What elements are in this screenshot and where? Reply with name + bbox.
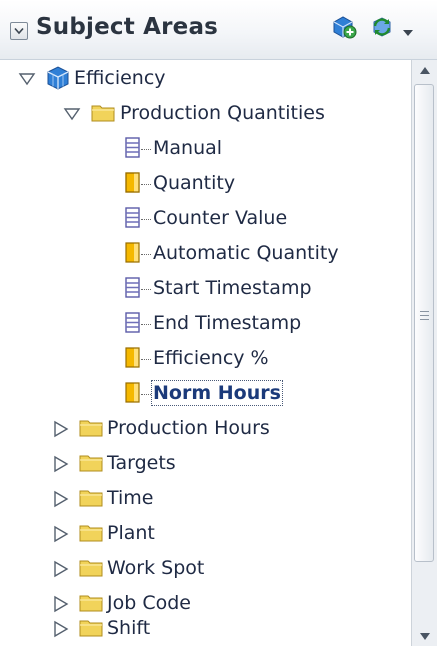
subject-area-cube-icon	[45, 65, 71, 91]
tree-folder-production-quantities[interactable]: Production Quantities	[0, 97, 411, 131]
measure-column-icon	[124, 240, 150, 266]
subject-area-tree: Efficiency Production Quantities Manual	[0, 60, 411, 646]
tree-column-efficiency-percent[interactable]: Efficiency %	[0, 342, 411, 376]
collapsed-triangle-icon[interactable]	[52, 560, 70, 578]
panel-title: Subject Areas	[36, 14, 219, 40]
tree-node-label: Work Spot	[107, 557, 205, 579]
thumb-grip	[420, 319, 429, 320]
tree-node-label: Counter Value	[153, 207, 288, 229]
tree-connector	[141, 149, 151, 150]
vertical-scrollbar[interactable]	[411, 60, 437, 646]
tree-connector	[141, 219, 151, 220]
folder-icon	[78, 520, 104, 546]
collapsed-triangle-icon[interactable]	[52, 525, 70, 543]
tree-node-label: End Timestamp	[153, 312, 302, 334]
chevron-down-box-icon[interactable]	[10, 22, 28, 40]
tree-column-counter-value[interactable]: Counter Value	[0, 202, 411, 236]
expanded-triangle-icon[interactable]	[18, 70, 36, 88]
tree-folder-plant[interactable]: Plant	[0, 517, 411, 551]
tree-connector	[141, 324, 151, 325]
folder-icon	[78, 555, 104, 581]
measure-column-icon	[124, 380, 150, 406]
tree-connector	[141, 394, 151, 395]
attribute-column-icon	[124, 310, 150, 336]
tree-folder-production-hours[interactable]: Production Hours	[0, 412, 411, 446]
tree-connector	[141, 254, 151, 255]
tree-column-start-timestamp[interactable]: Start Timestamp	[0, 272, 411, 306]
collapsed-triangle-icon[interactable]	[52, 620, 70, 638]
measure-column-icon	[124, 345, 150, 371]
tree-column-automatic-quantity[interactable]: Automatic Quantity	[0, 237, 411, 271]
tree-node-label: Plant	[107, 522, 155, 544]
collapsed-triangle-icon[interactable]	[52, 490, 70, 508]
collapsed-triangle-icon[interactable]	[52, 420, 70, 438]
tree-node-label: Norm Hours	[151, 380, 283, 406]
tree-folder-targets[interactable]: Targets	[0, 447, 411, 481]
tree-node-label: Automatic Quantity	[153, 242, 339, 264]
thumb-grip	[420, 315, 429, 316]
tree-folder-time[interactable]: Time	[0, 482, 411, 516]
tree-node-efficiency[interactable]: Efficiency	[0, 62, 411, 96]
tree-column-end-timestamp[interactable]: End Timestamp	[0, 307, 411, 341]
tree-column-quantity[interactable]: Quantity	[0, 167, 411, 201]
collapsed-triangle-icon[interactable]	[52, 455, 70, 473]
tree-node-label: Efficiency %	[153, 347, 269, 369]
tree-node-label: Manual	[153, 137, 223, 159]
tree-node-label: Production Hours	[107, 417, 270, 439]
scroll-up-arrow-icon[interactable]	[412, 60, 437, 80]
tree-column-manual[interactable]: Manual	[0, 132, 411, 166]
add-cube-icon[interactable]	[330, 13, 358, 41]
tree-node-label: Start Timestamp	[153, 277, 312, 299]
attribute-column-icon	[124, 205, 150, 231]
tree-node-label: Efficiency	[74, 67, 166, 89]
tree-node-label: Production Quantities	[120, 102, 325, 124]
caret-down-icon[interactable]	[402, 24, 414, 36]
refresh-icon[interactable]	[368, 13, 396, 41]
tree-folder-shift[interactable]: Shift	[0, 612, 411, 646]
tree-connector	[141, 184, 151, 185]
folder-icon	[78, 450, 104, 476]
folder-icon	[78, 415, 104, 441]
tree-node-label: Quantity	[153, 172, 236, 194]
tree-node-label: Targets	[107, 452, 176, 474]
tree-node-label: Time	[107, 487, 154, 509]
thumb-grip	[420, 311, 429, 312]
scroll-down-arrow-icon[interactable]	[412, 626, 437, 646]
attribute-column-icon	[124, 135, 150, 161]
tree-connector	[141, 289, 151, 290]
measure-column-icon	[124, 170, 150, 196]
tree-node-label: Shift	[107, 617, 151, 639]
attribute-column-icon	[124, 275, 150, 301]
tree-column-norm-hours[interactable]: Norm Hours	[0, 377, 411, 411]
tree-node-label: Job Code	[107, 592, 191, 614]
collapsed-triangle-icon[interactable]	[52, 595, 70, 613]
folder-icon	[78, 485, 104, 511]
tree-connector	[141, 359, 151, 360]
scrollbar-thumb[interactable]	[414, 84, 434, 562]
folder-icon	[90, 100, 116, 126]
tree-folder-work-spot[interactable]: Work Spot	[0, 552, 411, 586]
subject-areas-header: Subject Areas	[0, 0, 437, 60]
folder-icon	[78, 615, 104, 641]
expanded-triangle-icon[interactable]	[63, 105, 81, 123]
